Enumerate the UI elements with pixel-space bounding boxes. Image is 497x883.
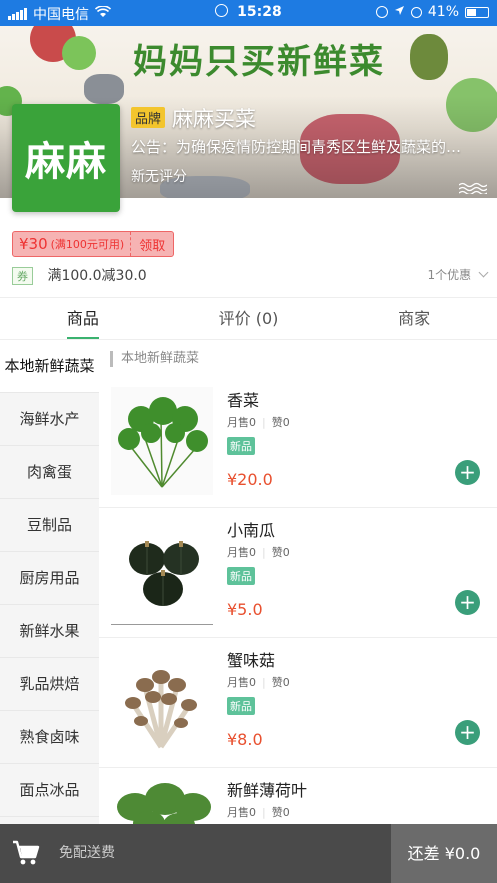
brand-tag: 品牌	[131, 107, 166, 128]
rotation-lock-icon	[375, 6, 388, 18]
monthly-sales: 月售0	[227, 546, 256, 559]
new-badge: 新品	[227, 567, 255, 585]
promo-count[interactable]: 1个优惠	[427, 266, 489, 283]
cart-bar: 免配送费 还差 ¥0.0	[0, 824, 497, 883]
coupon-condition: (满100元可用)	[50, 238, 125, 251]
product-item[interactable]: 香菜 月售0 | 赞0 新品 ¥20.0 +	[99, 378, 497, 508]
category-item[interactable]: 豆制品	[0, 499, 99, 552]
checkout-button[interactable]: 还差 ¥0.0	[391, 824, 497, 883]
new-badge: 新品	[227, 437, 255, 455]
battery-percent: 41%	[427, 4, 459, 20]
product-item[interactable]: 小南瓜 月售0 | 赞0 新品 ¥5.0 +	[99, 508, 497, 638]
coupon-amount: ¥30	[19, 235, 48, 253]
rating-text: 新无评分	[131, 169, 187, 185]
tab-reviews[interactable]: 评价 (0)	[166, 298, 332, 339]
category-item[interactable]: 熟食卤味	[0, 711, 99, 764]
likes-count: 赞0	[271, 546, 290, 559]
product-image-coriander[interactable]	[111, 387, 213, 495]
category-item[interactable]: 新鲜水果	[0, 605, 99, 658]
monthly-sales: 月售0	[227, 416, 256, 429]
product-item[interactable]: 蟹味菇 月售0 | 赞0 新品 ¥8.0 +	[99, 638, 497, 768]
product-stats: 月售0 | 赞0	[227, 416, 290, 429]
promo-count-label: 1个优惠	[427, 268, 472, 282]
add-to-cart-button[interactable]: +	[455, 460, 480, 485]
product-price: ¥20.0	[227, 470, 273, 489]
battery-icon	[465, 6, 489, 18]
tab-products[interactable]: 商品	[0, 298, 166, 339]
navigation-arrow-icon	[394, 4, 405, 20]
coupon-get-button[interactable]: 领取	[131, 232, 173, 256]
category-item[interactable]: 海鲜水产	[0, 393, 99, 446]
clock-time: 15:28	[237, 4, 282, 20]
add-to-cart-button[interactable]: +	[455, 720, 480, 745]
likes-count: 赞0	[271, 676, 290, 689]
product-item[interactable]: 新鲜薄荷叶 月售0 | 赞0	[99, 768, 497, 824]
category-item[interactable]: 面点冰品	[0, 764, 99, 817]
product-image-mushroom[interactable]	[111, 647, 213, 755]
product-name: 新鲜薄荷叶	[227, 781, 308, 800]
category-item[interactable]: 厨房用品	[0, 552, 99, 605]
likes-count: 赞0	[271, 416, 290, 429]
product-price: ¥5.0	[227, 600, 263, 619]
coupon-amount-wrap: ¥30 (满100元可用)	[13, 232, 132, 256]
product-stats: 月售0 | 赞0	[227, 806, 290, 819]
shipping-fee-label: 免配送费	[59, 845, 115, 861]
monthly-sales: 月售0	[227, 806, 256, 819]
store-notice[interactable]: 公告：为确保疫情防控期间青秀区生鲜及蔬菜的供...	[131, 136, 471, 157]
section-title: 本地新鲜蔬菜	[121, 351, 200, 366]
promo-text: 满100.0减30.0	[47, 268, 147, 284]
store-logo: 麻麻	[12, 104, 120, 212]
new-badge: 新品	[227, 697, 255, 715]
category-item[interactable]: 乳品烘焙	[0, 658, 99, 711]
coupon-card[interactable]: ¥30 (满100元可用) 领取	[12, 231, 175, 257]
product-image-mint[interactable]	[111, 777, 213, 824]
product-name: 香菜	[227, 391, 260, 410]
status-right: 41%	[375, 4, 489, 20]
store-name: 麻麻买菜	[172, 107, 256, 131]
wave-icon	[459, 182, 487, 194]
alarm-icon	[410, 6, 422, 18]
product-price: ¥8.0	[227, 730, 263, 749]
monthly-sales: 月售0	[227, 676, 256, 689]
add-to-cart-button[interactable]: +	[455, 590, 480, 615]
product-name: 蟹味菇	[227, 651, 276, 670]
product-list[interactable]: 本地新鲜蔬菜 香菜 月售0 | 赞0 新品 ¥20.0 + 小南瓜 月售0 | …	[99, 340, 497, 824]
tab-merchant[interactable]: 商家	[331, 298, 497, 339]
category-item[interactable]: 肉禽蛋	[0, 446, 99, 499]
category-item[interactable]: 本地新鲜蔬菜	[0, 340, 99, 393]
category-sidebar: 本地新鲜蔬菜 海鲜水产 肉禽蛋 豆制品 厨房用品 新鲜水果 乳品烘焙 熟食卤味 …	[0, 340, 99, 824]
product-stats: 月售0 | 赞0	[227, 546, 290, 559]
product-image-pumpkin[interactable]	[111, 517, 213, 625]
location-icon	[215, 4, 229, 17]
promo-tag: 券	[12, 267, 33, 285]
product-stats: 月售0 | 赞0	[227, 676, 290, 689]
status-bar: 中国电信 15:28 41%	[0, 0, 497, 26]
chevron-down-icon	[478, 267, 489, 278]
tab-bar: 商品 评价 (0) 商家	[0, 297, 497, 340]
promo-row[interactable]: 券 满100.0减30.0 1个优惠	[12, 265, 489, 285]
cart-icon[interactable]	[12, 840, 40, 866]
section-header: 本地新鲜蔬菜	[99, 340, 497, 378]
product-name: 小南瓜	[227, 521, 276, 540]
likes-count: 赞0	[271, 806, 290, 819]
